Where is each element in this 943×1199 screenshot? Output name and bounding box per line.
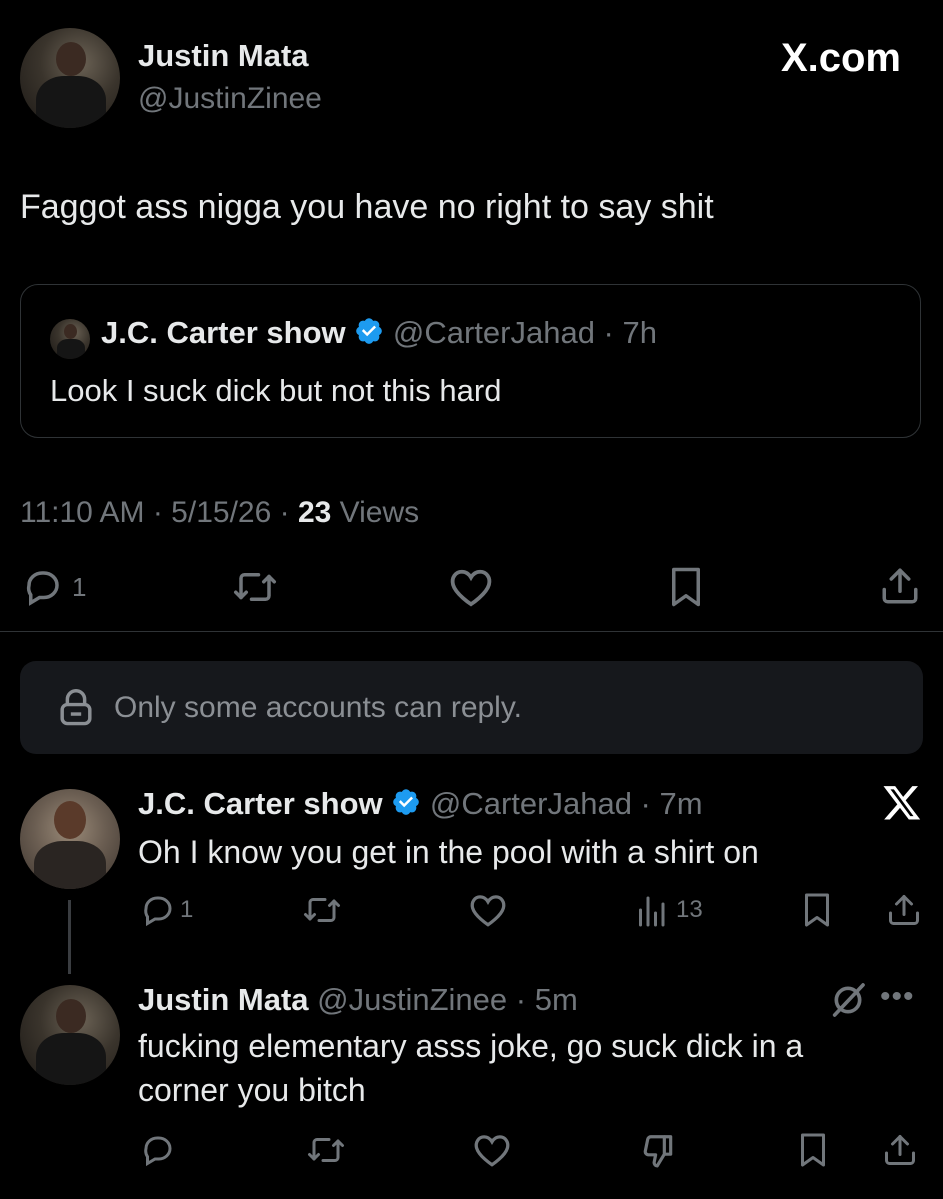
- reply-icon[interactable]: [140, 1132, 176, 1168]
- brand-logo: X.com: [780, 36, 901, 80]
- bookmark-icon[interactable]: [796, 1132, 830, 1168]
- bookmark-icon[interactable]: [800, 892, 834, 928]
- quoted-post[interactable]: J.C. Carter show @CarterJahad · 7h Look …: [20, 284, 921, 438]
- reply-count: 1: [72, 571, 87, 602]
- reply-icon: [140, 892, 176, 928]
- more-options-icon[interactable]: •••: [880, 980, 915, 1014]
- share-icon[interactable]: [879, 564, 921, 608]
- reply1-text: Oh I know you get in the pool with a shi…: [138, 834, 759, 870]
- author-handle[interactable]: @JustinZinee: [138, 82, 322, 116]
- reply1-reply-count: 1: [180, 896, 194, 923]
- reply2-text-line2: corner you bitch: [138, 1072, 366, 1108]
- notice-text: Only some accounts can reply.: [114, 691, 522, 724]
- retweet-icon[interactable]: [232, 566, 278, 608]
- verified-badge-icon: [391, 787, 421, 825]
- share-icon[interactable]: [886, 891, 922, 929]
- analytics-icon: [634, 892, 668, 928]
- retweet-icon[interactable]: [302, 892, 342, 928]
- quoted-text: Look I suck dick but not this hard: [50, 373, 502, 408]
- like-icon[interactable]: [468, 892, 508, 928]
- grok-icon[interactable]: [828, 980, 868, 1020]
- share-icon[interactable]: [882, 1131, 918, 1169]
- reply1-time: 7m: [659, 786, 703, 821]
- post-text: Faggot ass nigga you have no right to sa…: [20, 188, 714, 226]
- post-timestamp: 11:10 AM · 5/15/26 ·: [20, 496, 298, 529]
- reply1-reply-button[interactable]: 1: [140, 892, 193, 928]
- views-label: Views: [331, 496, 420, 529]
- thread-line: [68, 900, 71, 974]
- quoted-time: 7h: [622, 315, 657, 350]
- bookmark-icon[interactable]: [666, 566, 706, 608]
- divider: [0, 631, 943, 632]
- author-name[interactable]: Justin Mata: [138, 38, 309, 74]
- retweet-icon[interactable]: [306, 1132, 346, 1168]
- reply2-avatar[interactable]: [20, 985, 120, 1085]
- avatar[interactable]: [20, 28, 120, 128]
- reply2-time: 5m: [534, 982, 578, 1017]
- post-metadata: 11:10 AM · 5/15/26 · 23 Views: [20, 496, 419, 530]
- reply2-text-line1: fucking elementary asss joke, go suck di…: [138, 1028, 804, 1064]
- quoted-author-handle: @CarterJahad: [392, 315, 595, 350]
- reply-icon: [22, 566, 64, 608]
- reply1-author-name[interactable]: J.C. Carter show: [138, 786, 383, 821]
- lock-icon: [58, 689, 94, 727]
- like-icon[interactable]: [448, 566, 494, 608]
- verified-badge-icon: [354, 316, 384, 354]
- reply2-author-handle[interactable]: @JustinZinee: [317, 982, 507, 1017]
- views-count: 23: [297, 496, 332, 529]
- x-logo-icon: [882, 782, 922, 833]
- reply-button[interactable]: 1: [22, 566, 86, 608]
- like-icon[interactable]: [472, 1132, 512, 1168]
- quoted-author-name: J.C. Carter show: [101, 315, 346, 350]
- downvote-icon[interactable]: [638, 1132, 678, 1170]
- reply2-author-name[interactable]: Justin Mata: [138, 982, 309, 1017]
- quoted-avatar: [50, 319, 90, 359]
- reply1-views-count: 13: [676, 896, 703, 923]
- reply-restriction-notice: Only some accounts can reply.: [20, 661, 923, 754]
- reply1-views-button[interactable]: 13: [634, 892, 703, 928]
- reply1-avatar[interactable]: [20, 789, 120, 889]
- reply1-author-handle[interactable]: @CarterJahad: [430, 786, 632, 821]
